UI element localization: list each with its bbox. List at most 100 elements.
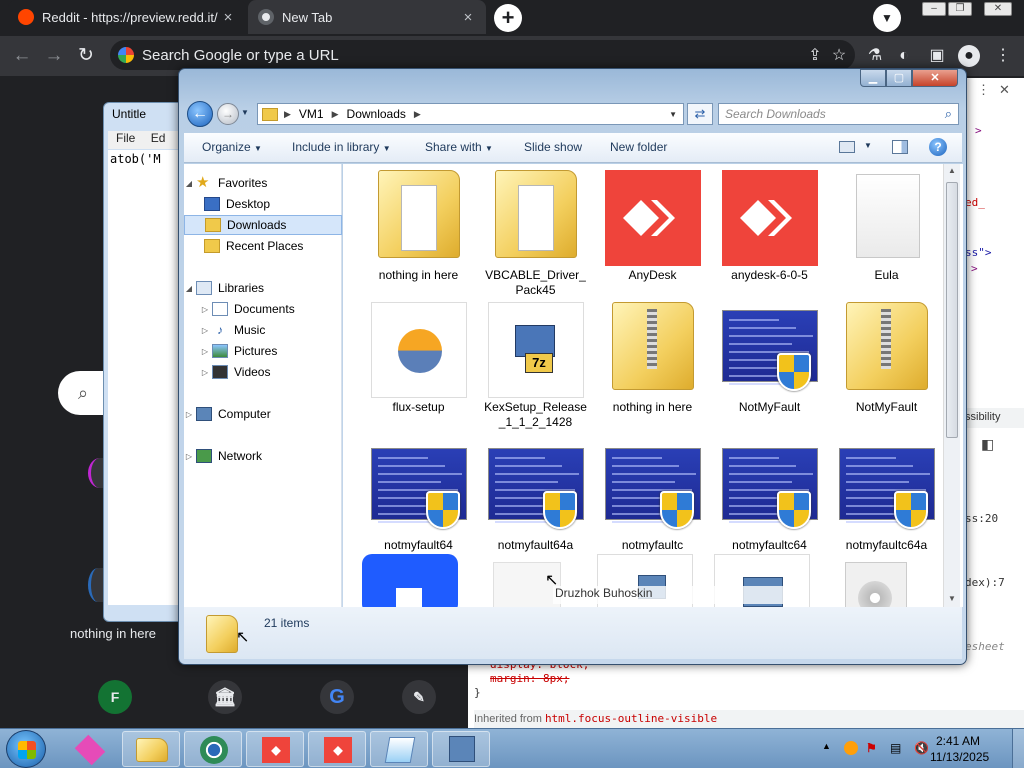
show-hidden-icons[interactable]: ▲ [822,741,831,751]
file-item[interactable]: NotMyFault [828,298,945,433]
chevron-right-icon[interactable]: ▶ [284,109,291,120]
bank-icon[interactable]: 🏛 [208,680,242,714]
minimize-icon[interactable]: – [922,2,946,16]
taskbar-setup[interactable] [432,731,490,767]
reload-icon[interactable]: ↻ [74,44,98,68]
close-icon[interactable]: ✕ [912,69,958,87]
back-icon[interactable]: ← [10,44,34,68]
new-folder-button[interactable]: New folder [610,140,667,154]
taskbar-chrome[interactable] [184,731,242,767]
forward-icon[interactable]: → [42,44,66,68]
nav-pictures[interactable]: ▷ Pictures [184,341,342,361]
volume-muted-icon[interactable]: 🔇 [914,741,929,755]
close-tab-icon[interactable]: × [220,9,236,26]
nav-music[interactable]: ▷ ♪ Music [184,320,342,340]
partial-file-icon[interactable] [362,554,458,607]
taskbar-anydesk[interactable]: ◆ [246,731,304,767]
nav-libraries[interactable]: ◢ Libraries [184,278,342,298]
collapsed-arrow-icon[interactable]: ▷ [184,410,194,419]
nav-favorites[interactable]: ◢ ★ Favorites [184,173,342,193]
file-item[interactable]: 7z KexSetup_Release _1_1_2_1428 [477,298,594,433]
breadcrumb-vm1[interactable]: VM1 [299,107,324,121]
file-item[interactable]: notmyfaultc [594,436,711,571]
breadcrumb-downloads[interactable]: Downloads [347,107,406,121]
expanded-arrow-icon[interactable]: ◢ [184,284,194,293]
scrollbar-thumb[interactable] [946,182,958,438]
devtools-close-icon[interactable]: ✕ [999,82,1010,98]
inherited-selector[interactable]: html.focus-outline-visible [545,712,717,725]
extension-icon[interactable]: ◐ [893,45,915,67]
chevron-right-icon[interactable]: ▶ [414,109,421,120]
nav-desktop[interactable]: Desktop [184,194,342,214]
file-item[interactable]: NotMyFault [711,298,828,433]
close-window-icon[interactable]: ✕ [984,2,1012,16]
tray-app-icon[interactable] [844,741,858,755]
tab-new-tab[interactable]: New Tab × [248,0,486,34]
include-in-library-button[interactable]: Include in library ▼ [292,140,391,154]
google-shortcut-icon[interactable]: G [320,680,354,714]
nav-network[interactable]: ▷ Network [184,446,342,466]
taskbar-notepad[interactable] [370,731,428,767]
notepad-text-area[interactable]: atob('M [108,150,183,605]
file-item[interactable]: notmyfault64 [360,436,477,571]
file-item[interactable]: notmyfaultc64a [828,436,945,571]
close-tab-icon[interactable]: × [460,9,476,26]
file-item[interactable]: nothing in here [594,298,711,433]
partial-file-icon[interactable] [845,562,907,607]
collapsed-arrow-icon[interactable]: ▷ [200,305,210,314]
bookmark-star-icon[interactable]: ☆ [828,45,850,67]
search-icon[interactable]: ⌕ [945,106,952,122]
file-item[interactable]: anydesk-6-0-5 [711,166,828,301]
omnibox[interactable]: Search Google or type a URL [110,40,855,70]
share-with-button[interactable]: Share with ▼ [425,140,493,154]
devtools-menu-icon[interactable]: ⋮ [977,82,990,98]
network-tray-icon[interactable]: ▤ [890,741,901,755]
start-button[interactable] [6,730,46,768]
help-icon[interactable]: ? [929,138,947,156]
action-center-icon[interactable]: ⚑ [866,741,877,755]
nav-computer[interactable]: ▷ Computer [184,404,342,424]
maximize-icon[interactable]: ▢ [886,69,912,87]
file-item[interactable]: notmyfaultc64 [711,436,828,571]
scroll-up-icon[interactable]: ▲ [948,166,956,175]
tab-search-icon[interactable]: ▼ [873,4,901,32]
shortcut-label[interactable]: nothing in here [70,626,156,641]
nav-downloads[interactable]: Downloads [184,215,342,235]
clock[interactable]: 2:41 AM 11/13/2025 [930,733,989,765]
taskbar-app[interactable] [60,731,118,767]
share-icon[interactable]: ⇪ [804,45,826,67]
menu-edit[interactable]: Ed [151,131,166,145]
address-bar[interactable]: ▶ VM1 ▶ Downloads ▶ ▼ [257,103,684,125]
address-dropdown-icon[interactable]: ▼ [669,110,677,119]
file-item[interactable]: VBCABLE_Driver_ Pack45 [477,166,594,301]
vertical-scrollbar[interactable]: ▲ ▼ [943,164,960,607]
taskbar-explorer[interactable] [122,731,180,767]
slide-show-button[interactable]: Slide show [524,140,582,154]
file-item[interactable]: notmyfault64a [477,436,594,571]
file-item[interactable]: Eula [828,166,945,301]
new-tab-button[interactable]: + [494,4,522,32]
show-desktop-button[interactable] [1012,729,1024,768]
collapsed-arrow-icon[interactable]: ▷ [200,347,210,356]
notepad-window[interactable]: Untitle File Ed atob('M [103,102,183,622]
nav-recent-places[interactable]: Recent Places [184,236,342,256]
side-panel-icon[interactable]: ▣ [926,45,948,67]
nav-documents[interactable]: ▷ Documents [184,299,342,319]
nav-videos[interactable]: ▷ Videos [184,362,342,382]
expanded-arrow-icon[interactable]: ◢ [184,179,194,188]
file-item[interactable]: flux-setup [360,298,477,433]
minimize-icon[interactable]: ▁ [860,69,886,87]
tab-reddit[interactable]: Reddit - https://preview.redd.it/ × [8,0,246,34]
toggle-sidebar-icon[interactable]: ◧ [981,436,994,453]
menu-file[interactable]: File [116,131,135,145]
organize-button[interactable]: Organize ▼ [202,140,262,154]
refresh-icon[interactable]: ⇄ [687,103,713,125]
back-arrow-icon[interactable]: ← [187,101,213,127]
edit-pencil-icon[interactable]: ✎ [402,680,436,714]
menu-kebab-icon[interactable]: ⋮ [992,45,1014,67]
accessibility-tab[interactable]: ssibility [965,408,1024,428]
view-options-chevron-icon[interactable]: ▼ [864,141,872,150]
profile-avatar-icon[interactable]: ● [958,45,980,67]
file-item[interactable]: nothing in here [360,166,477,301]
change-view-icon[interactable] [839,141,855,153]
